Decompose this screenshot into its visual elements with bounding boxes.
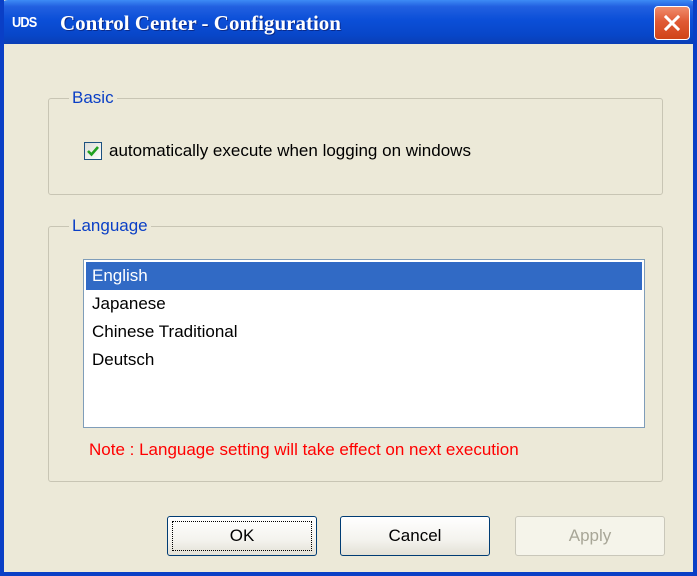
apply-button[interactable]: Apply	[515, 516, 665, 556]
configuration-dialog: UDS Control Center - Configuration Basic…	[0, 0, 697, 576]
language-listbox[interactable]: English Japanese Chinese Traditional Deu…	[83, 259, 645, 428]
basic-groupbox: Basic automatically execute when logging…	[48, 87, 663, 195]
basic-legend: Basic	[69, 87, 117, 109]
language-option-deutsch[interactable]: Deutsch	[86, 346, 642, 374]
ok-button[interactable]: OK	[167, 516, 317, 556]
title-bar[interactable]: UDS Control Center - Configuration	[4, 0, 693, 44]
language-legend: Language	[69, 215, 151, 237]
auto-execute-label[interactable]: automatically execute when logging on wi…	[109, 140, 471, 162]
close-icon	[663, 14, 681, 32]
uds-app-icon: UDS	[12, 14, 37, 31]
checkmark-icon	[87, 146, 99, 157]
language-option-japanese[interactable]: Japanese	[86, 290, 642, 318]
language-option-chinese-traditional[interactable]: Chinese Traditional	[86, 318, 642, 346]
window-title: Control Center - Configuration	[60, 11, 341, 35]
auto-execute-option[interactable]: automatically execute when logging on wi…	[84, 140, 471, 162]
language-groupbox: Language English Japanese Chinese Tradit…	[48, 215, 663, 482]
language-option-english[interactable]: English	[86, 262, 642, 290]
close-button[interactable]	[654, 6, 690, 40]
cancel-button[interactable]: Cancel	[340, 516, 490, 556]
language-note: Note : Language setting will take effect…	[89, 440, 519, 459]
auto-execute-checkbox[interactable]	[84, 142, 102, 160]
